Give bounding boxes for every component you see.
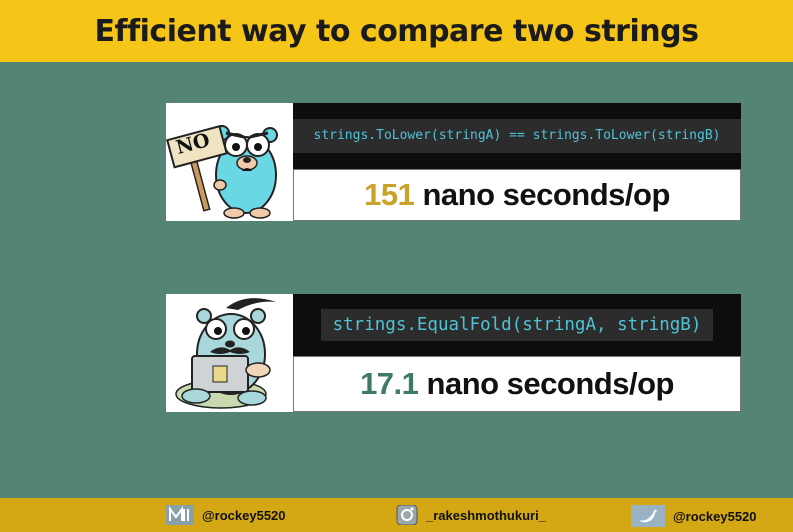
code-snippet: strings.EqualFold(stringA, stringB) [320, 309, 714, 341]
result-panel: 17.1 nano seconds/op [293, 356, 741, 412]
comparison-card-equalfold: strings.EqualFold(stringA, stringB) 17.1… [166, 294, 741, 412]
result-value: 17.1 [360, 366, 419, 401]
social-handle: @rockey5520 [202, 507, 286, 523]
code-panel: strings.EqualFold(stringA, stringB) [293, 294, 741, 356]
benchmark-result: 17.1 nano seconds/op [360, 366, 674, 402]
result-unit: nano seconds/op [418, 366, 675, 401]
result-value: 151 [364, 177, 415, 212]
gopher-no-sign-image: NO [166, 103, 293, 221]
instagram-icon [396, 505, 418, 525]
social-instagram[interactable]: _rakeshmothukuri_ [396, 505, 546, 525]
result-panel: 151 nano seconds/op [293, 169, 741, 221]
social-handle: _rakeshmothukuri_ [426, 507, 546, 523]
page-title: Efficient way to compare two strings [94, 13, 699, 49]
gopher-laptop-icon [175, 298, 276, 409]
benchmark-result: 151 nano seconds/op [364, 177, 670, 213]
gopher-no-sign-icon [166, 125, 278, 219]
twitter-icon [631, 505, 665, 527]
gopher-laptop-image [166, 294, 293, 412]
title-bar: Efficient way to compare two strings [0, 0, 793, 62]
social-medium[interactable]: @rockey5520 [166, 505, 286, 525]
social-twitter[interactable]: @rockey5520 [631, 505, 757, 527]
code-snippet: strings.ToLower(stringA) == strings.ToLo… [293, 119, 741, 153]
medium-icon [166, 505, 194, 525]
comparison-card-tolower: NO strings.ToLower(stringA) == strings.T… [166, 103, 741, 221]
footer: @rockey5520 _rakeshmothukuri_ @rockey552… [0, 498, 793, 532]
social-handle: @rockey5520 [673, 508, 757, 524]
code-panel: strings.ToLower(stringA) == strings.ToLo… [293, 103, 741, 169]
result-unit: nano seconds/op [414, 177, 670, 212]
